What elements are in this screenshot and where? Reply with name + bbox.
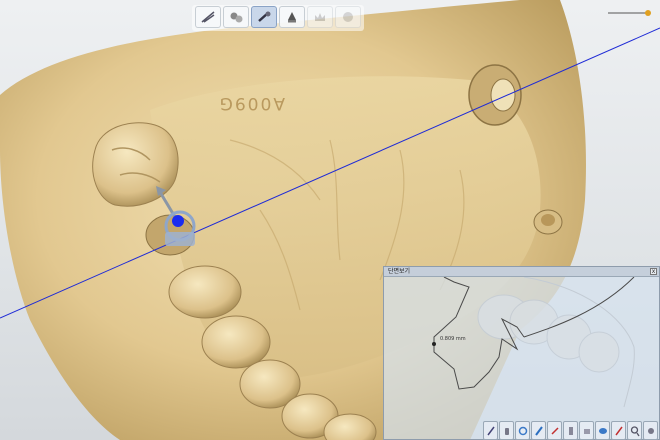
view-tool-icon (598, 427, 607, 434)
scan-tool-icon (201, 11, 215, 23)
rotate-tool-button[interactable] (515, 421, 530, 440)
hand-tool-button[interactable] (499, 421, 514, 440)
premolar-tooth (168, 265, 242, 319)
ruler-tool-button[interactable] (563, 421, 578, 440)
sphere-tool-button[interactable] (335, 6, 361, 28)
settings-tool-icon (647, 427, 654, 434)
teeth-tool-icon (230, 12, 243, 23)
brush-tool-icon (614, 426, 623, 435)
ruler-tool-icon (568, 426, 573, 435)
abutment-tool-icon (288, 12, 296, 23)
measure-tool-icon (534, 425, 543, 436)
panel-title-bar[interactable]: 단면보기 x (384, 267, 659, 277)
measure-tool-button[interactable] (531, 421, 546, 440)
zoom-tool-button[interactable] (627, 421, 642, 440)
eraser-tool-icon (550, 426, 559, 435)
implant-tool-button[interactable] (251, 6, 277, 28)
measure-point (432, 342, 436, 346)
rotate-tool-icon (518, 426, 527, 435)
crown-tool-icon (315, 13, 325, 21)
bottom-toolbar (483, 421, 658, 440)
panel-title: 단면보기 (388, 268, 411, 275)
scan-tool-button[interactable] (195, 6, 221, 28)
abutment-tool-button[interactable] (279, 6, 305, 28)
cross-section-panel[interactable]: 단면보기 x 0.809 mm (383, 266, 660, 440)
crown-tool-button[interactable] (307, 6, 333, 28)
sphere-tool-icon (343, 12, 353, 22)
slice-tool-button[interactable] (579, 421, 594, 440)
arch-engraving: A009G (218, 93, 285, 113)
pen-tool-button[interactable] (483, 421, 498, 440)
top-toolbar (192, 5, 364, 31)
zoom-tool-icon (630, 425, 640, 436)
view-tool-button[interactable] (595, 421, 610, 440)
hand-tool-icon (504, 427, 509, 435)
canine-tooth (201, 315, 271, 369)
cross-section-view[interactable] (384, 277, 660, 440)
molar-tooth (92, 122, 179, 207)
eraser-tool-button[interactable] (547, 421, 562, 440)
3d-viewport[interactable]: A009G 단면보기 x 0.809 mm (0, 0, 660, 440)
teeth-tool-button[interactable] (223, 6, 249, 28)
pen-tool-icon (486, 426, 495, 435)
settings-tool-button[interactable] (643, 421, 658, 440)
slice-tool-icon (583, 428, 590, 434)
axis-indicator-icon (608, 10, 651, 16)
measurement-label: 0.809 mm (440, 336, 466, 342)
panel-close-button[interactable]: x (650, 268, 657, 275)
brush-tool-button[interactable] (611, 421, 626, 440)
implant-tool-icon (258, 11, 271, 22)
